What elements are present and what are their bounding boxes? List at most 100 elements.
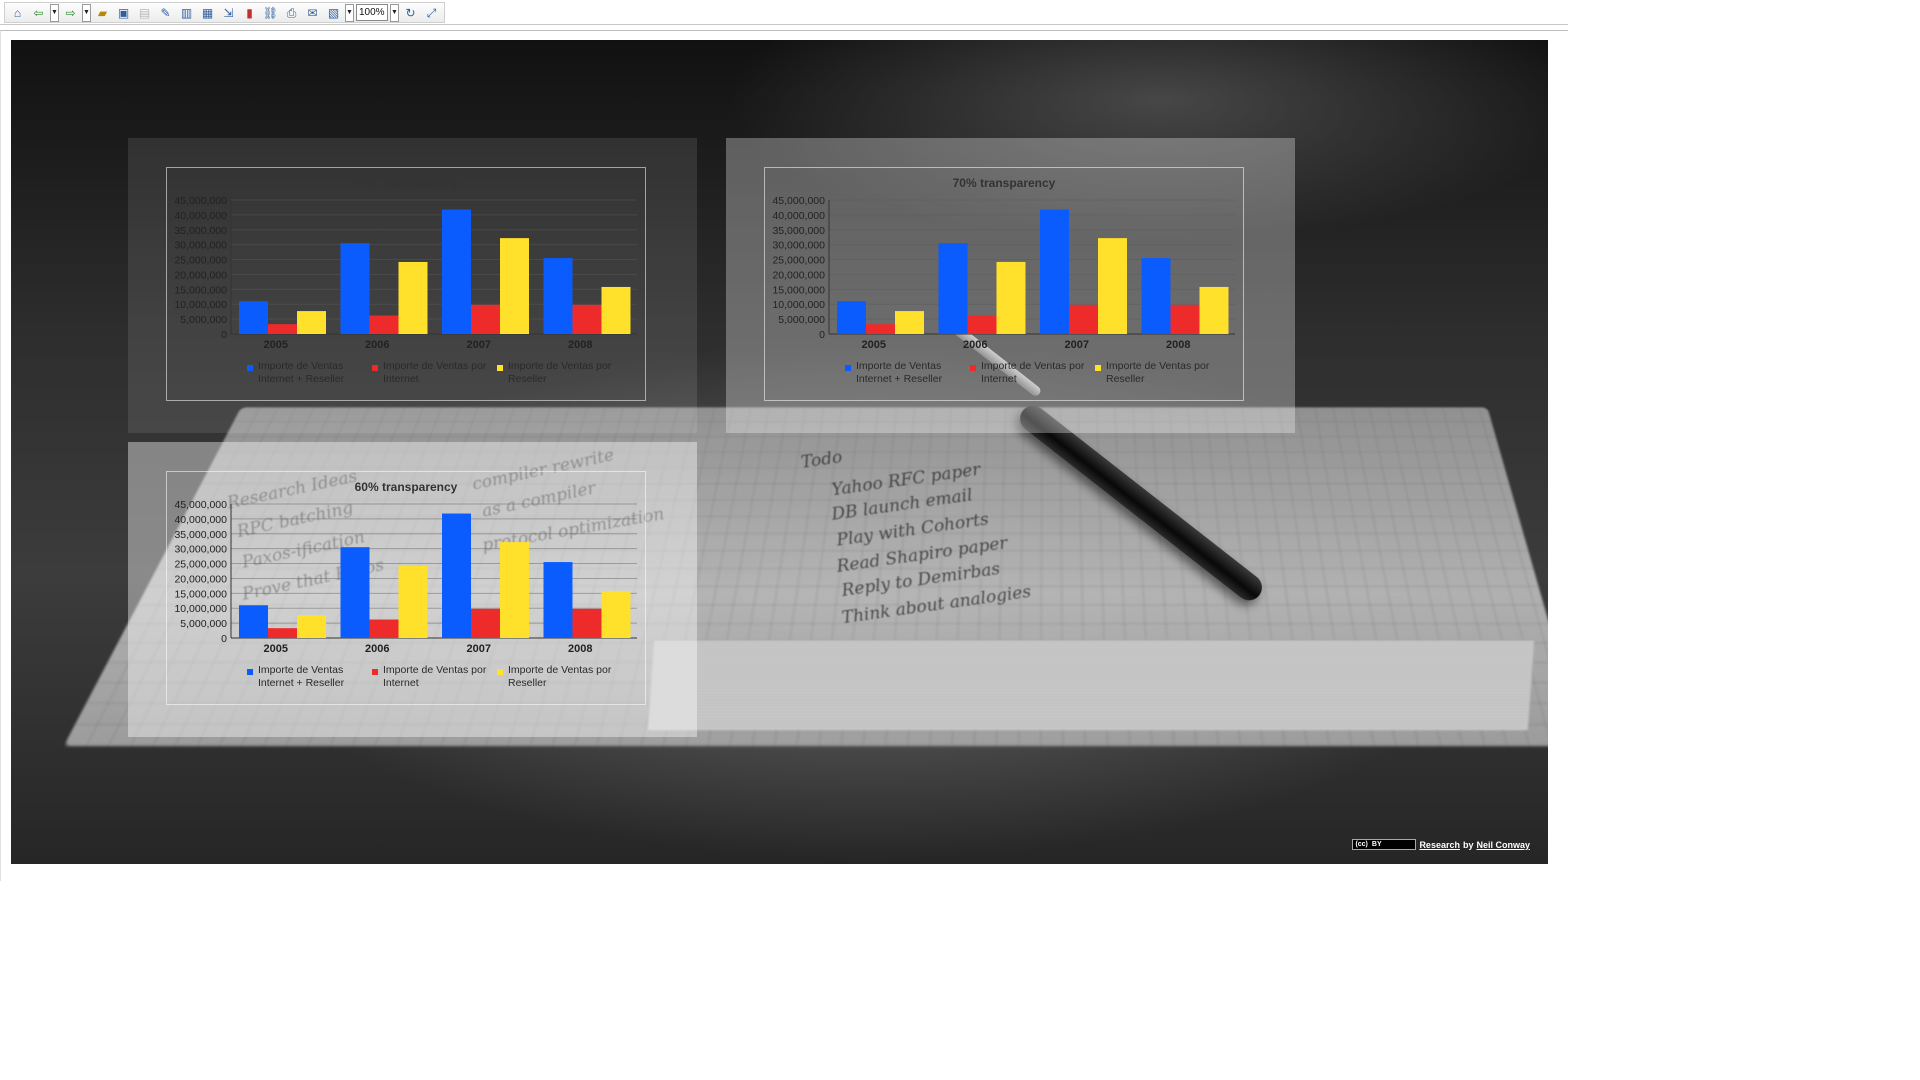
bar-2006-series-3 bbox=[399, 566, 428, 638]
y-tick-label: 25,000,000 bbox=[174, 255, 227, 267]
y-tick-label: 45,000,000 bbox=[174, 499, 227, 511]
x-tick-label: 2008 bbox=[1166, 339, 1190, 351]
y-tick-label: 20,000,000 bbox=[174, 573, 227, 585]
legend-label: Importe de Ventas por Internet bbox=[383, 360, 486, 386]
toolbar-button-group: ⌂ ⇦ ▼ ⇨ ▼ ▰ ▣ ▤ ✎ ▥ ▦ ⇲ ▮ ⛓ ⎙ ✉ ▧ ▼ 100% ▼ ↻ ⤢ bbox=[4, 2, 445, 23]
bar-2005-series-2 bbox=[268, 324, 297, 334]
edit-icon[interactable]: ✎ bbox=[156, 4, 175, 22]
license-attribution: (cc) BY Research by Neil Conway bbox=[1352, 839, 1530, 850]
bar-2008-series-2 bbox=[1171, 305, 1200, 334]
bar-2006-series-1 bbox=[341, 547, 370, 638]
y-tick-label: 45,000,000 bbox=[174, 195, 227, 207]
chevron-down-icon[interactable]: ▼ bbox=[50, 4, 59, 22]
legend-label: Importe de Ventas por Reseller bbox=[508, 664, 611, 690]
pdf-icon[interactable]: ▮ bbox=[240, 4, 259, 22]
home-icon[interactable]: ⌂ bbox=[8, 4, 27, 22]
y-tick-label: 15,000,000 bbox=[174, 284, 227, 296]
mail-icon[interactable]: ✉ bbox=[303, 4, 322, 22]
bar-2007-series-1 bbox=[1040, 210, 1069, 334]
bar-2005-series-1 bbox=[837, 301, 866, 334]
bar-2005-series-3 bbox=[297, 311, 326, 334]
chart-legend: Importe de Ventas Internet + Reseller Impo… bbox=[247, 664, 622, 690]
legend-swatch bbox=[497, 669, 503, 675]
chevron-down-icon[interactable]: ▼ bbox=[82, 4, 91, 22]
legend-label: Importe de Ventas por Reseller bbox=[508, 360, 611, 386]
back-icon[interactable]: ⇦ bbox=[29, 4, 48, 22]
bar-2006-series-1 bbox=[939, 243, 968, 334]
legend-label: Importe de Ventas por Internet bbox=[981, 360, 1084, 386]
bar-2006-series-3 bbox=[997, 262, 1026, 334]
chevron-down-icon[interactable]: ▼ bbox=[345, 4, 354, 22]
zoom-select[interactable]: 100% bbox=[356, 4, 388, 21]
chart-legend: Importe de Ventas Internet + Reseller Impo… bbox=[845, 360, 1220, 386]
legend-swatch bbox=[845, 365, 851, 371]
chart-legend: Importe de Ventas Internet + Reseller Impo… bbox=[247, 360, 622, 386]
chevron-down-icon[interactable]: ▼ bbox=[390, 4, 399, 22]
y-tick-label: 0 bbox=[221, 329, 227, 341]
y-tick-label: 5,000,000 bbox=[778, 314, 825, 326]
fit-icon[interactable]: ⤢ bbox=[422, 4, 441, 22]
by-label: by bbox=[1463, 840, 1474, 850]
author-link[interactable]: Neil Conway bbox=[1476, 840, 1530, 850]
y-tick-label: 40,000,000 bbox=[174, 210, 227, 222]
bar-2007-series-2 bbox=[1069, 305, 1098, 334]
y-tick-label: 10,000,000 bbox=[174, 603, 227, 615]
bar-2005-series-1 bbox=[239, 301, 268, 334]
bar-2006-series-2 bbox=[370, 620, 399, 638]
chart-panel-70: 70% transparency 0 5,000,000 10,000,000 15,… bbox=[726, 138, 1295, 433]
document-icon[interactable]: ▥ bbox=[177, 4, 196, 22]
refresh-icon[interactable]: ↻ bbox=[401, 4, 420, 22]
y-tick-label: 30,000,000 bbox=[174, 544, 227, 556]
x-tick-label: 2008 bbox=[568, 643, 592, 655]
bar-2007-series-1 bbox=[442, 514, 471, 638]
legend-item: Importe de Ventas Internet + Reseller bbox=[247, 360, 372, 386]
report-toolbar: ⌂ ⇦ ▼ ⇨ ▼ ▰ ▣ ▤ ✎ ▥ ▦ ⇲ ▮ ⛓ ⎙ ✉ ▧ ▼ 100% ▼ ↻ ⤢ bbox=[0, 0, 1568, 25]
bar-2005-series-2 bbox=[866, 324, 895, 334]
y-tick-label: 30,000,000 bbox=[174, 240, 227, 252]
legend-label: Importe de Ventas por Internet bbox=[383, 664, 486, 690]
folder-open-icon[interactable]: ▰ bbox=[93, 4, 112, 22]
report-icon[interactable]: ▦ bbox=[198, 4, 217, 22]
bar-2007-series-3 bbox=[1098, 238, 1127, 334]
bar-2008-series-3 bbox=[602, 591, 631, 638]
page-icon[interactable]: ▤ bbox=[135, 4, 154, 22]
bar-2007-series-3 bbox=[500, 238, 529, 334]
bar-2005-series-3 bbox=[895, 311, 924, 334]
chart-panel-90: 90% Transparency 0 5,000,000 10,000,000 15,… bbox=[128, 138, 697, 433]
legend-item: Importe de Ventas Internet + Reseller bbox=[845, 360, 970, 386]
creative-commons-badge[interactable]: (cc) BY bbox=[1352, 839, 1416, 850]
bar-2008-series-1 bbox=[544, 562, 573, 638]
y-tick-label: 40,000,000 bbox=[772, 210, 825, 222]
print-icon[interactable]: ⎙ bbox=[282, 4, 301, 22]
bar-2008-series-3 bbox=[602, 287, 631, 334]
bar-2007-series-1 bbox=[442, 210, 471, 334]
x-tick-label: 2007 bbox=[467, 339, 491, 351]
y-tick-label: 20,000,000 bbox=[174, 269, 227, 281]
legend-swatch bbox=[497, 365, 503, 371]
research-link[interactable]: Research bbox=[1419, 840, 1460, 850]
background-notebook-pages bbox=[648, 640, 1534, 730]
legend-item: Importe de Ventas por Reseller bbox=[497, 360, 622, 386]
y-tick-label: 10,000,000 bbox=[174, 299, 227, 311]
legend-item: Importe de Ventas por Internet bbox=[372, 360, 497, 386]
x-tick-label: 2006 bbox=[365, 339, 389, 351]
legend-swatch bbox=[970, 365, 976, 371]
bar-2008-series-1 bbox=[1142, 258, 1171, 334]
bar-2005-series-2 bbox=[268, 628, 297, 638]
link-icon[interactable]: ⛓ bbox=[261, 4, 280, 22]
legend-swatch bbox=[247, 669, 253, 675]
legend-swatch bbox=[372, 365, 378, 371]
save-icon[interactable]: ▣ bbox=[114, 4, 133, 22]
export-icon[interactable]: ⇲ bbox=[219, 4, 238, 22]
y-tick-label: 35,000,000 bbox=[174, 529, 227, 541]
x-tick-label: 2005 bbox=[264, 643, 288, 655]
chart-box: 60% transparency 0 5,000,000 10,000,000 15,… bbox=[166, 471, 646, 705]
y-tick-label: 15,000,000 bbox=[772, 284, 825, 296]
x-tick-label: 2006 bbox=[963, 339, 987, 351]
y-tick-label: 0 bbox=[819, 329, 825, 341]
y-tick-label: 20,000,000 bbox=[772, 269, 825, 281]
x-tick-label: 2006 bbox=[365, 643, 389, 655]
chart-box: 70% transparency 0 5,000,000 10,000,000 15,… bbox=[764, 167, 1244, 401]
view-icon[interactable]: ▧ bbox=[324, 4, 343, 22]
forward-icon[interactable]: ⇨ bbox=[61, 4, 80, 22]
